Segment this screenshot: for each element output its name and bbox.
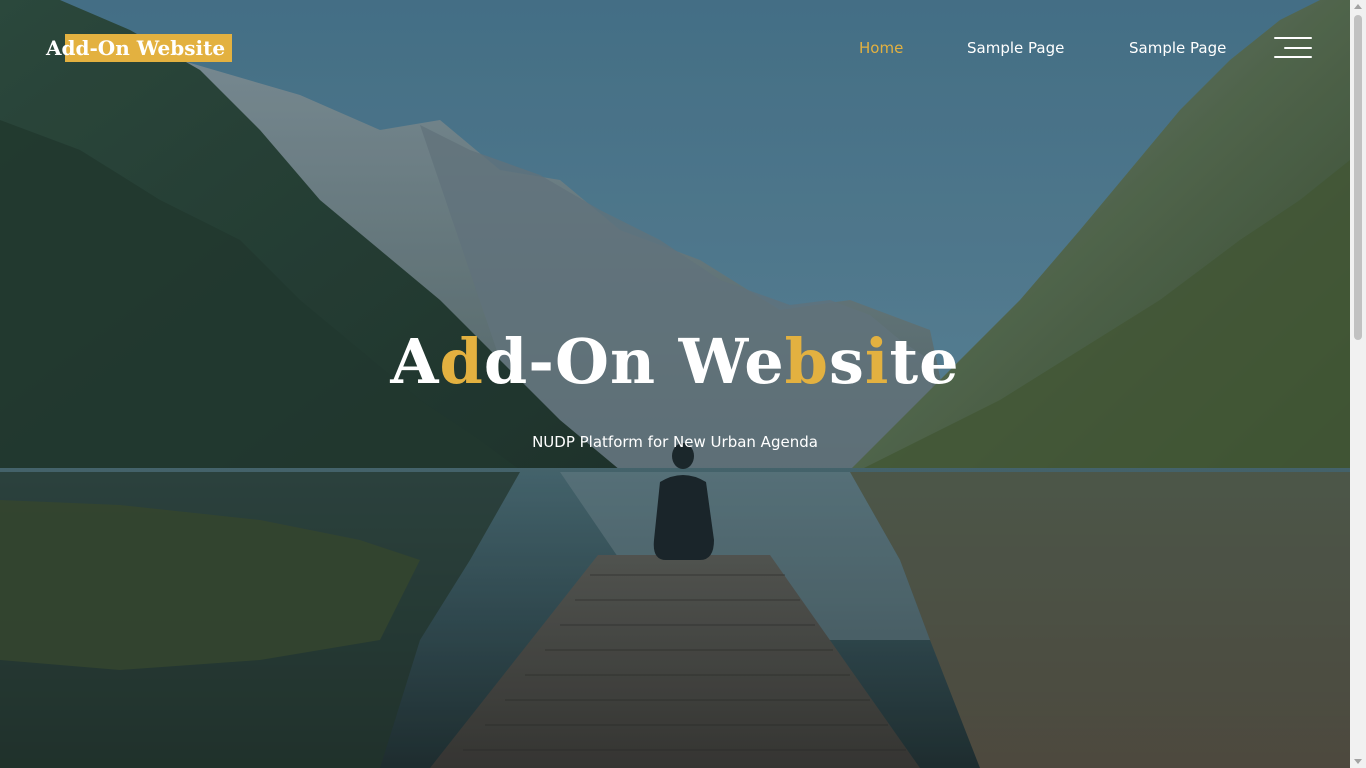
- hero-title-part: A: [390, 325, 440, 398]
- hero-subtitle: NUDP Platform for New Urban Agenda: [532, 433, 818, 451]
- hero-title-part: s: [829, 325, 865, 398]
- menu-line: [1274, 56, 1312, 58]
- scroll-down-arrow-icon[interactable]: [1354, 759, 1362, 764]
- hero-title: Add-On Website: [0, 322, 1350, 402]
- nav-item-sample-page-2[interactable]: Sample Page: [1129, 38, 1226, 58]
- menu-line: [1284, 47, 1312, 49]
- menu-line: [1274, 37, 1312, 39]
- hero-title-part: te: [889, 325, 960, 398]
- scroll-thumb[interactable]: [1354, 15, 1362, 340]
- main-navigation: Home Sample Page Sample Page: [0, 38, 1350, 58]
- hero-title-highlight: i: [864, 325, 890, 398]
- page: Add-On Website Home Sample Page Sample P…: [0, 0, 1366, 768]
- nav-item-sample-page[interactable]: Sample Page: [967, 38, 1064, 58]
- hero-title-highlight: b: [784, 325, 830, 398]
- hero-title-highlight: d: [439, 325, 484, 398]
- scroll-up-arrow-icon[interactable]: [1354, 4, 1362, 9]
- nav-item-home[interactable]: Home: [859, 38, 903, 58]
- hamburger-menu-icon[interactable]: [1274, 37, 1312, 59]
- hero-title-part: d-On We: [483, 325, 785, 398]
- page-scrollbar[interactable]: [1350, 0, 1366, 768]
